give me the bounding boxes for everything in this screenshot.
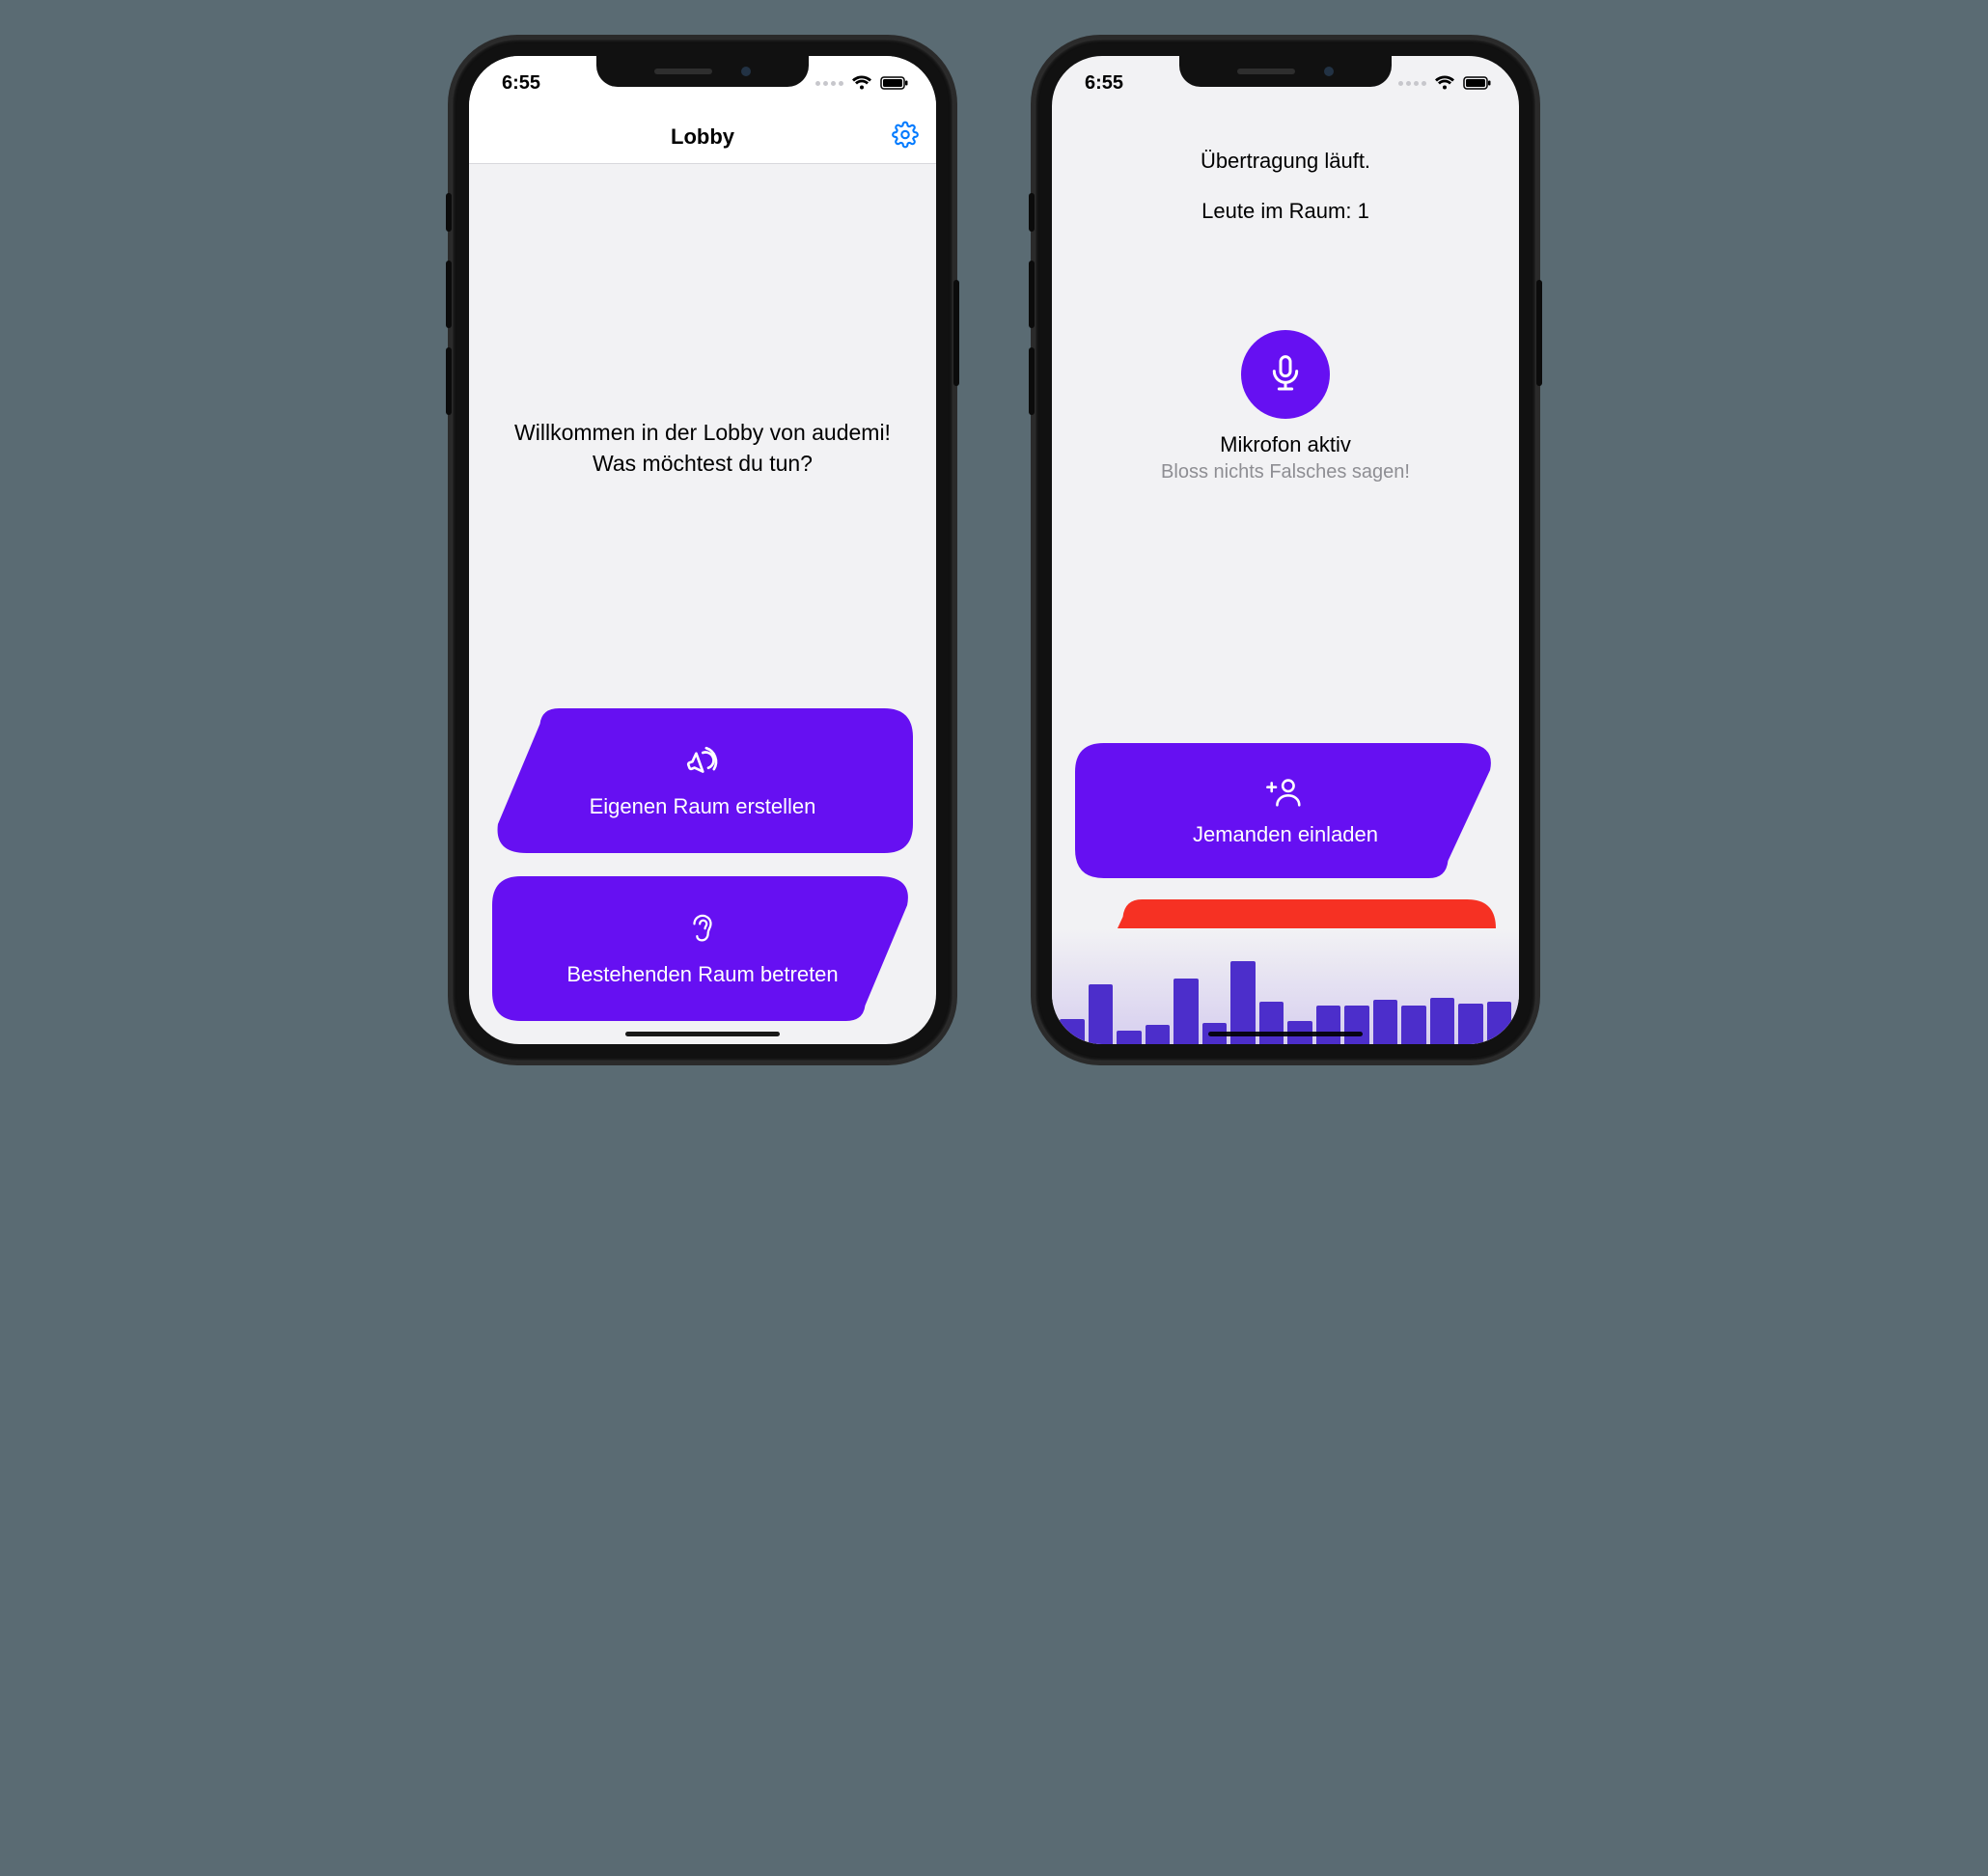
- broadcast-info: Übertragung läuft. Leute im Raum: 1: [1075, 110, 1496, 224]
- home-indicator[interactable]: [1208, 1032, 1363, 1036]
- microphone-icon: [1266, 353, 1305, 396]
- phone-mockup-right: 6:55 Übertragung läuft. Leute im Raum: 1: [1035, 39, 1536, 1062]
- room-count: Leute im Raum: 1: [1075, 199, 1496, 224]
- ear-icon: [686, 910, 719, 953]
- welcome-message: Willkommen in der Lobby von audemi!Was m…: [492, 187, 913, 708]
- mic-status-label: Mikrofon aktiv: [1220, 432, 1351, 457]
- invite-button[interactable]: Jemanden einladen: [1075, 743, 1496, 878]
- create-room-button[interactable]: Eigenen Raum erstellen: [492, 708, 913, 853]
- audio-bar: [1146, 1025, 1171, 1044]
- cellular-dots-icon: [1398, 81, 1426, 86]
- device-notch: [596, 56, 809, 87]
- audio-bar: [1458, 1004, 1483, 1044]
- battery-icon: [880, 76, 909, 90]
- nav-bar: Lobby: [469, 110, 936, 164]
- megaphone-icon: [681, 742, 724, 786]
- status-time: 6:55: [1085, 72, 1123, 95]
- nav-title: Lobby: [671, 124, 734, 150]
- mic-hint: Bloss nichts Falsches sagen!: [1161, 461, 1410, 483]
- broadcast-status: Übertragung läuft.: [1075, 149, 1496, 174]
- audio-bar: [1117, 1031, 1142, 1044]
- phone-mockup-left: 6:55 Lobby Willkommen in der Lobby von a…: [452, 39, 953, 1062]
- audio-bar: [1430, 998, 1455, 1044]
- wifi-icon: [851, 75, 872, 91]
- wifi-icon: [1434, 75, 1455, 91]
- battery-icon: [1463, 76, 1492, 90]
- status-time: 6:55: [502, 72, 540, 95]
- add-user-icon: [1266, 774, 1305, 814]
- audio-visualizer: [1052, 928, 1519, 1044]
- audio-bar: [1401, 1006, 1426, 1044]
- audio-bar: [1259, 1002, 1284, 1044]
- cellular-dots-icon: [815, 81, 843, 86]
- audio-bar: [1373, 1000, 1398, 1044]
- audio-bar: [1173, 979, 1199, 1044]
- audio-bar: [1089, 984, 1114, 1044]
- gear-icon: [892, 121, 919, 148]
- audio-bar: [1316, 1006, 1341, 1044]
- device-notch: [1179, 56, 1392, 87]
- join-room-button[interactable]: Bestehenden Raum betreten: [492, 876, 913, 1021]
- join-room-label: Bestehenden Raum betreten: [566, 961, 838, 988]
- audio-bar: [1487, 1002, 1512, 1044]
- microphone-toggle[interactable]: [1241, 330, 1330, 419]
- invite-label: Jemanden einladen: [1193, 821, 1378, 848]
- create-room-label: Eigenen Raum erstellen: [590, 793, 816, 820]
- audio-bar: [1060, 1019, 1085, 1044]
- settings-button[interactable]: [892, 121, 919, 152]
- audio-bar: [1344, 1006, 1369, 1044]
- home-indicator[interactable]: [625, 1032, 780, 1036]
